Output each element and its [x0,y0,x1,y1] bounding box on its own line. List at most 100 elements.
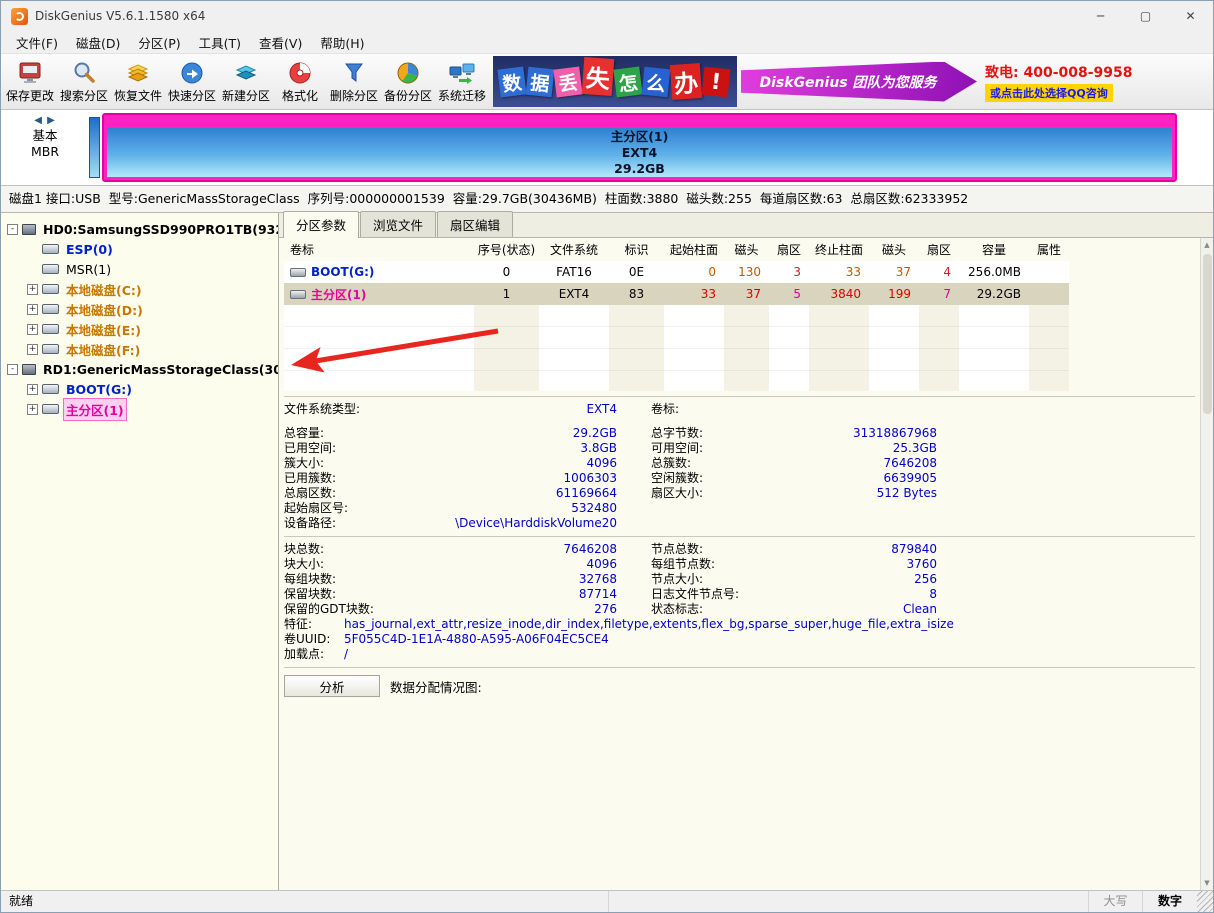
next-disk-arrow-icon[interactable]: ▶ [47,115,56,126]
promo-banner[interactable]: 数 据 丢 失 怎 么 办 ! DiskGenius 团队为您服务 [493,55,1133,108]
tree-item-icon [42,304,59,314]
partition-block-size: 29.2GB [614,161,665,177]
column-header[interactable]: 标识 [609,241,664,258]
partition-icon [290,268,306,277]
vertical-scrollbar[interactable]: ▲ ▼ [1200,238,1213,890]
system-migration-icon [449,60,475,86]
column-header[interactable]: 扇区 [919,241,959,258]
search-partition-button[interactable]: 搜索分区 [57,55,111,108]
tree-item-label: 本地磁盘(D:) [64,299,145,320]
format-button[interactable]: 格式化 [273,55,327,108]
save-changes-button[interactable]: 保存更改 [3,55,57,108]
tree-item-label: MSR(1) [64,261,113,278]
tree-expander[interactable]: - [7,364,18,375]
tree-item[interactable]: - RD1:GenericMassStorageClass(30GB) [1,359,278,379]
backup-partition-button[interactable]: 备份分区 [381,55,435,108]
detail-row: 簇大小:4096 总簇数:7646208 [284,456,1213,471]
tree-expander[interactable]: + [27,304,38,315]
menu-item[interactable]: 帮助(H) [311,31,373,54]
analyze-button[interactable]: 分析 [284,675,380,697]
quick-partition-icon [179,60,205,86]
maximize-button[interactable]: ▢ [1123,1,1168,31]
column-header[interactable]: 容量 [959,241,1029,258]
window-title: DiskGenius V5.6.1.1580 x64 [35,9,205,23]
banner-char: 数 [497,66,526,97]
tab[interactable]: 分区参数 [283,211,359,238]
banner-char: 办 [670,63,702,100]
column-header[interactable]: 磁头 [724,241,769,258]
tree-expander[interactable]: + [27,404,38,415]
column-header[interactable]: 磁头 [869,241,919,258]
scroll-up-icon[interactable]: ▲ [1204,238,1209,252]
menu-item[interactable]: 文件(F) [7,31,67,54]
detail-row: 每组块数:32768 节点大小:256 [284,572,1213,587]
scrollbar-thumb[interactable] [1203,254,1212,414]
tree-item[interactable]: + 本地磁盘(D:) [1,299,278,319]
selected-partition-block[interactable]: 主分区(1) EXT4 29.2GB [102,113,1177,182]
disk-scheme-label: MBR [31,144,59,160]
minimize-button[interactable]: ─ [1078,1,1123,31]
close-button[interactable]: ✕ [1168,1,1213,31]
numlock-indicator: 数字 [1143,891,1197,912]
save-changes-icon [17,60,43,86]
volume-label: BOOT(G:) [311,265,374,279]
promo-banner-chars: 数 据 丢 失 怎 么 办 ! [493,56,737,107]
table-row[interactable]: BOOT(G:) 0 FAT16 0E 0 130 3 33 37 4 256.… [284,261,1069,283]
status-text: 就绪 [1,891,609,912]
tree-item[interactable]: ESP(0) [1,239,278,259]
table-row[interactable]: 主分区(1) 1 EXT4 83 33 37 5 3840 199 7 29.2… [284,283,1069,305]
resize-grip[interactable] [1197,891,1213,912]
tree-item-icon [42,404,59,414]
tree-expander[interactable]: + [27,284,38,295]
partition-block-name: 主分区(1) [611,129,669,145]
tree-expander[interactable]: + [27,384,38,395]
tree-item[interactable]: + 主分区(1) [1,399,278,419]
tab[interactable]: 浏览文件 [360,211,436,237]
column-header[interactable]: 终止柱面 [809,241,869,258]
column-header[interactable]: 属性 [1029,241,1069,258]
capslock-indicator: 大写 [1089,891,1143,912]
tree-item[interactable]: MSR(1) [1,259,278,279]
scroll-down-icon[interactable]: ▼ [1204,876,1209,890]
partition-overview: ◀ ▶ 基本 MBR 主分区(1) EXT4 29.2GB [1,110,1213,186]
tree-item[interactable]: - HD0:SamsungSSD990PRO1TB(932GB [1,219,278,239]
column-header[interactable]: 序号(状态) [474,241,539,258]
column-header[interactable]: 卷标 [284,241,474,258]
quick-partition-button[interactable]: 快速分区 [165,55,219,108]
tree-expander[interactable]: + [27,344,38,355]
prev-disk-arrow-icon[interactable]: ◀ [34,115,43,126]
detail-row: 块总数:7646208 节点总数:879840 [284,542,1213,557]
menu-item[interactable]: 磁盘(D) [67,31,129,54]
detail-row: 文件系统类型:EXT4 卷标: [284,402,1213,417]
app-logo-icon [11,8,28,25]
tree-expander[interactable]: + [27,324,38,335]
detail-row: 已用簇数:1006303 空闲簇数:6639905 [284,471,1213,486]
statusbar: 就绪 大写 数字 [1,890,1213,912]
features-row: 特征: has_journal,ext_attr,resize_inode,di… [284,617,1213,632]
new-partition-button[interactable]: 新建分区 [219,55,273,108]
recover-files-button[interactable]: 恢复文件 [111,55,165,108]
tree-item-label: 主分区(1) [64,399,126,420]
menu-item[interactable]: 工具(T) [190,31,250,54]
new-partition-icon [233,60,259,86]
column-header[interactable]: 文件系统 [539,241,609,258]
tree-item-label: RD1:GenericMassStorageClass(30GB) [41,361,279,378]
promo-qq-link[interactable]: 或点击此处选择QQ咨询 [985,84,1113,102]
tree-item[interactable]: + 本地磁盘(F:) [1,339,278,359]
tree-item[interactable]: + 本地磁盘(C:) [1,279,278,299]
tree-item[interactable]: + BOOT(G:) [1,379,278,399]
detail-row: 设备路径:\Device\HarddiskVolume20 [284,516,1213,531]
detail-row: 保留的GDT块数:276 状态标志:Clean [284,602,1213,617]
column-header[interactable]: 扇区 [769,241,809,258]
tree-expander[interactable]: - [7,224,18,235]
volume-label: 主分区(1) [311,286,366,303]
delete-partition-button[interactable]: 删除分区 [327,55,381,108]
boot-partition-block[interactable] [89,117,100,178]
tab[interactable]: 扇区编辑 [437,211,513,237]
menu-item[interactable]: 分区(P) [129,31,189,54]
column-header[interactable]: 起始柱面 [664,241,724,258]
menu-item[interactable]: 查看(V) [250,31,311,54]
tree-item[interactable]: + 本地磁盘(E:) [1,319,278,339]
system-migration-button[interactable]: 系统迁移 [435,55,489,108]
banner-char: 失 [582,57,615,96]
